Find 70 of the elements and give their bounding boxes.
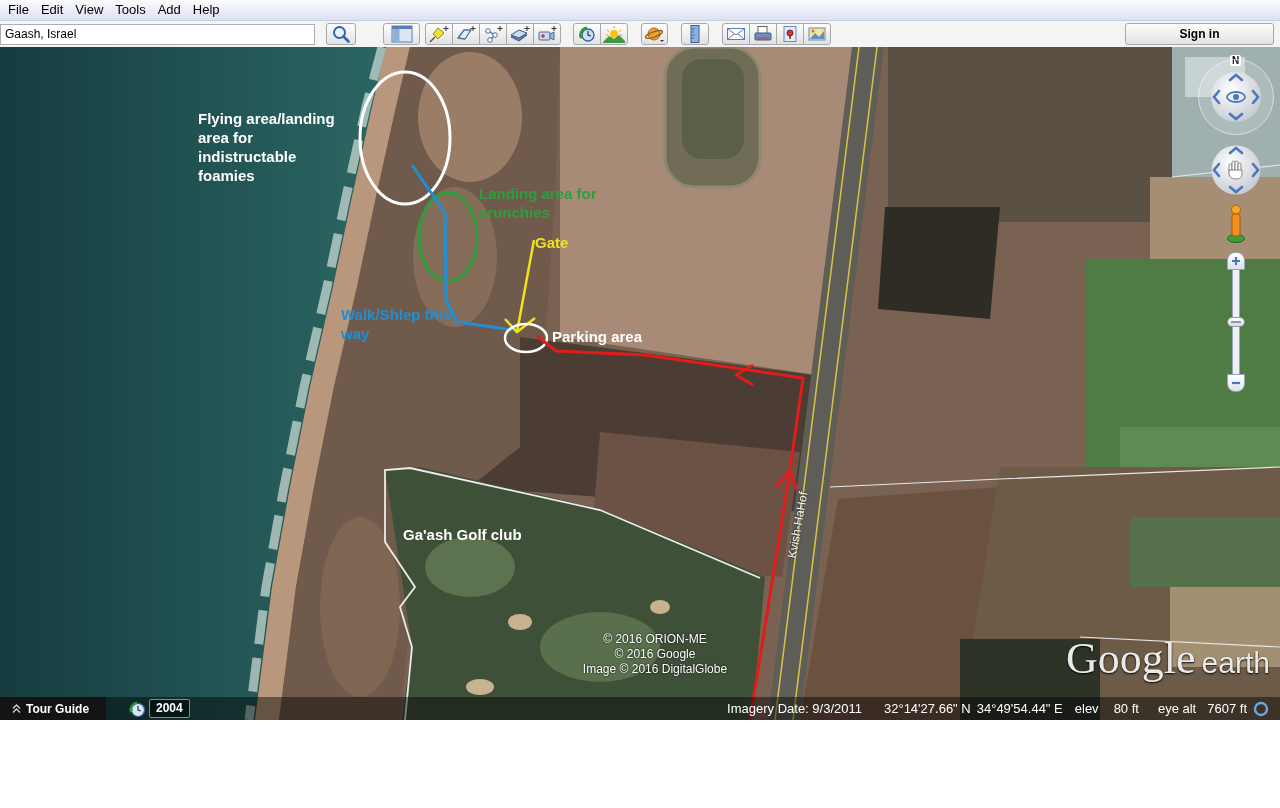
polygon-plus-icon <box>456 25 476 43</box>
eye-altitude-label: eye alt <box>1157 701 1197 716</box>
zoom-out-button[interactable] <box>1227 374 1245 392</box>
add-placemark-button[interactable] <box>425 23 453 45</box>
sunlight-button[interactable] <box>600 23 628 45</box>
sidebar-toggle-button[interactable] <box>383 23 420 45</box>
sun-landscape-icon <box>603 25 625 43</box>
compass-north-label: N <box>1230 55 1242 66</box>
attribution-text: Image © 2016 DigitalGlobe <box>582 662 728 677</box>
printer-icon <box>753 25 773 43</box>
search-button[interactable] <box>326 23 356 45</box>
area-outline <box>503 322 549 354</box>
record-tour-button[interactable] <box>533 23 561 45</box>
zoom-in-button[interactable] <box>1227 252 1245 270</box>
plus-icon <box>1231 256 1241 266</box>
map-annotation-label: Walk/Shlep this way <box>341 305 453 343</box>
ring-icon <box>1253 700 1269 717</box>
add-image-overlay-button[interactable] <box>506 23 534 45</box>
planet-menu-button[interactable] <box>641 23 668 45</box>
tour-guide-button[interactable]: Tour Guide <box>0 697 106 720</box>
pushpin-plus-icon <box>429 25 449 43</box>
attribution-text: © 2016 Google <box>614 647 696 662</box>
latitude-text: 32°14'27.66" N <box>884 701 971 716</box>
planet-icon <box>644 25 665 43</box>
elevation-value: 80 ft <box>1113 701 1139 716</box>
menu-item[interactable]: Help <box>186 1 226 19</box>
hand-joystick-icon[interactable] <box>1211 145 1261 195</box>
email-button[interactable] <box>722 23 750 45</box>
year-button[interactable]: 2004 <box>149 699 190 718</box>
historical-imagery-button[interactable] <box>573 23 601 45</box>
search-icon <box>332 25 350 43</box>
layer-plus-icon <box>510 25 530 43</box>
ruler-button[interactable] <box>681 23 709 45</box>
menu-item[interactable]: File <box>2 1 35 19</box>
save-image-button[interactable] <box>803 23 831 45</box>
map-annotation-label: Parking area <box>552 327 643 346</box>
map-annotation-label: Ga'ash Golf club <box>403 525 522 544</box>
print-button[interactable] <box>749 23 777 45</box>
eye-altitude-value: 7607 ft <box>1207 701 1247 716</box>
elevation-label: elev <box>1074 701 1099 716</box>
sign-in-button[interactable]: Sign in <box>1125 23 1274 45</box>
person-figure-icon[interactable] <box>1227 204 1245 243</box>
sidebar-panel-icon <box>390 25 413 43</box>
camera-plus-icon <box>537 25 557 43</box>
view-in-maps-button[interactable] <box>776 23 804 45</box>
menu-item[interactable]: Add <box>151 1 187 19</box>
eye-joystick-icon[interactable] <box>1197 58 1275 136</box>
map-annotation-label: Flying area/landing area for indistructable foamies <box>198 109 336 185</box>
ruler-icon <box>689 25 701 43</box>
picture-icon <box>807 25 827 43</box>
search-field[interactable]: Gaash, Israel <box>0 23 315 45</box>
add-path-button[interactable] <box>479 23 507 45</box>
envelope-icon <box>726 25 746 43</box>
imagery-date-text: Imagery Date: 9/3/2011 <box>727 701 862 716</box>
menu-item[interactable]: Tools <box>109 1 152 19</box>
longitude-text: 34°49'54.44" E <box>976 701 1063 716</box>
map-pin-page-icon <box>780 25 800 43</box>
logo-wordmark: Google <box>1066 635 1196 683</box>
double-chevron-up-icon <box>12 704 21 713</box>
add-polygon-button[interactable] <box>452 23 480 45</box>
clock-arrow-icon <box>577 25 597 43</box>
attribution-text: © 2016 ORION-ME <box>603 632 707 647</box>
menu-item[interactable]: Edit <box>34 1 70 19</box>
menu-item[interactable]: View <box>69 1 110 19</box>
road-name-label: Kvish-HaHof <box>784 490 811 560</box>
logo-product-text: earth <box>1201 645 1270 681</box>
map-annotation-label: Gate <box>535 233 569 252</box>
path-plus-icon <box>483 25 503 43</box>
zoom-slider-thumb[interactable] <box>1227 317 1245 327</box>
map-annotation-label: Landing area for crunchies <box>479 184 598 222</box>
